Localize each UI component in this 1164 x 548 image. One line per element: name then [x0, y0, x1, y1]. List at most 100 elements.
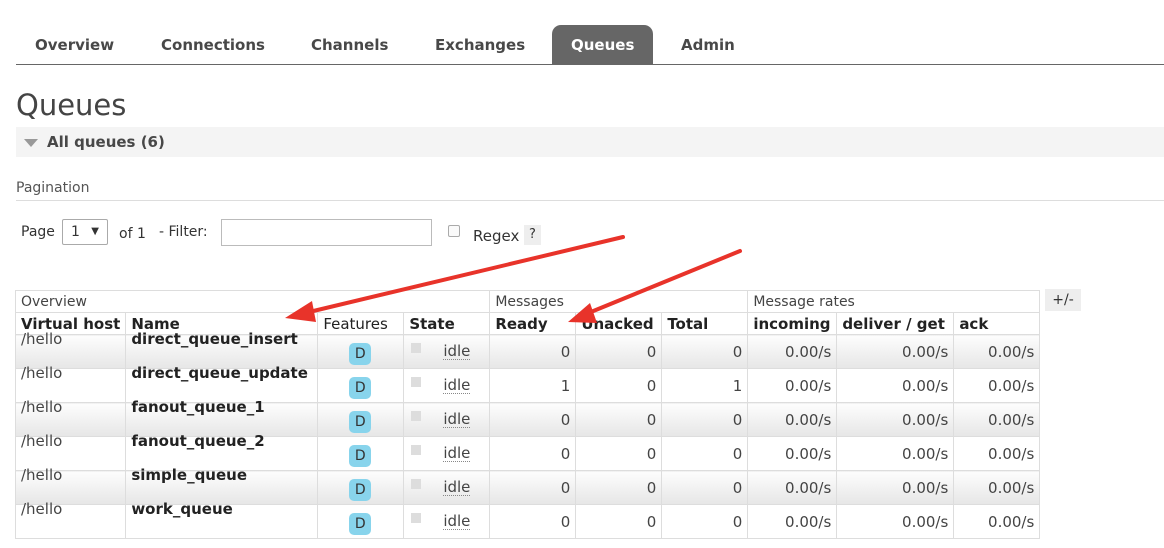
group-header-overview: Overview [14, 290, 491, 313]
ack-rate-cell: 0.00/s [953, 470, 1041, 505]
features-cell: D [317, 402, 405, 437]
features-cell: D [317, 334, 405, 369]
deliver-rate-cell: 0.00/s [836, 368, 955, 403]
state-indicator-icon [411, 513, 422, 523]
ack-rate-cell: 0.00/s [953, 334, 1041, 369]
state-cell: idle [403, 436, 491, 471]
ready-cell: 1 [489, 368, 577, 403]
page-select-value: 1 [71, 224, 80, 240]
filter-label: - Filter: [159, 224, 208, 240]
column-header-ready[interactable]: Ready [489, 312, 577, 335]
tab-connections[interactable]: Connections [142, 25, 284, 64]
ack-rate-cell: 0.00/s [953, 504, 1041, 539]
column-header-features[interactable]: Features [317, 312, 405, 335]
main-nav-tabs: Overview Connections Channels Exchanges … [16, 25, 1164, 65]
tab-channels[interactable]: Channels [292, 25, 407, 64]
state-label: idle [443, 376, 471, 394]
ready-cell: 0 [489, 436, 577, 471]
unacked-cell: 0 [575, 334, 663, 369]
tab-queues[interactable]: Queues [552, 25, 654, 64]
durable-badge: D [349, 512, 372, 535]
state-indicator-icon [411, 445, 422, 455]
deliver-rate-cell: 0.00/s [836, 504, 955, 539]
ack-rate-cell: 0.00/s [953, 368, 1041, 403]
column-header-deliver-get[interactable]: deliver / get [836, 312, 955, 335]
collapse-triangle-icon [24, 139, 38, 147]
regex-checkbox[interactable] [448, 225, 460, 237]
durable-badge: D [349, 376, 372, 399]
state-cell: idle [403, 334, 491, 369]
table-row: /hello work_queue D idle 0 0 0 0.00/s 0.… [14, 500, 1041, 539]
pagination-heading: Pagination [16, 180, 90, 196]
state-label: idle [443, 410, 471, 428]
unacked-cell: 0 [575, 436, 663, 471]
unacked-cell: 0 [575, 402, 663, 437]
all-queues-section-toggle[interactable]: All queues (6) [16, 127, 1164, 157]
tab-overview[interactable]: Overview [16, 25, 133, 64]
ready-cell: 0 [489, 470, 577, 505]
state-indicator-icon [411, 411, 422, 421]
column-toggle-button[interactable]: +/- [1045, 289, 1081, 311]
total-cell: 0 [661, 402, 749, 437]
group-header-messages: Messages [489, 290, 749, 313]
state-cell: idle [403, 368, 491, 403]
state-cell: idle [403, 504, 491, 539]
state-label: idle [443, 444, 471, 462]
features-cell: D [317, 436, 405, 471]
regex-help-button[interactable]: ? [524, 225, 541, 245]
dropdown-caret-icon: ▼ [91, 226, 99, 237]
ack-rate-cell: 0.00/s [953, 402, 1041, 437]
state-indicator-icon [411, 343, 422, 353]
column-header-total[interactable]: Total [661, 312, 749, 335]
queues-table: Overview Messages Message rates Virtual … [14, 290, 1041, 539]
incoming-rate-cell: 0.00/s [747, 402, 838, 437]
incoming-rate-cell: 0.00/s [747, 334, 838, 369]
features-cell: D [317, 368, 405, 403]
page-select[interactable]: 1 ▼ [62, 219, 108, 245]
features-cell: D [317, 470, 405, 505]
group-header-message-rates: Message rates [747, 290, 1041, 313]
tab-admin[interactable]: Admin [662, 25, 754, 64]
durable-badge: D [349, 410, 372, 433]
unacked-cell: 0 [575, 368, 663, 403]
column-header-unacked[interactable]: Unacked [575, 312, 663, 335]
vhost-cell: /hello [14, 500, 127, 539]
filter-input[interactable] [221, 219, 432, 246]
deliver-rate-cell: 0.00/s [836, 334, 955, 369]
column-header-incoming[interactable]: incoming [747, 312, 838, 335]
unacked-cell: 0 [575, 470, 663, 505]
deliver-rate-cell: 0.00/s [836, 470, 955, 505]
ack-rate-cell: 0.00/s [953, 436, 1041, 471]
durable-badge: D [349, 444, 372, 467]
state-indicator-icon [411, 377, 422, 387]
state-label: idle [443, 512, 471, 530]
column-header-state[interactable]: State [403, 312, 491, 335]
column-header-ack[interactable]: ack [953, 312, 1041, 335]
state-label: idle [443, 342, 471, 360]
deliver-rate-cell: 0.00/s [836, 402, 955, 437]
regex-label: Regex [473, 227, 520, 245]
page-label: Page [21, 224, 55, 240]
state-indicator-icon [411, 479, 422, 489]
unacked-cell: 0 [575, 504, 663, 539]
durable-badge: D [349, 342, 372, 365]
page-title: Queues [16, 88, 127, 122]
total-cell: 0 [661, 504, 749, 539]
state-cell: idle [403, 402, 491, 437]
ready-cell: 0 [489, 402, 577, 437]
deliver-rate-cell: 0.00/s [836, 436, 955, 471]
ready-cell: 0 [489, 504, 577, 539]
incoming-rate-cell: 0.00/s [747, 470, 838, 505]
section-label: All queues (6) [47, 133, 165, 151]
state-cell: idle [403, 470, 491, 505]
divider [16, 200, 1164, 201]
state-label: idle [443, 478, 471, 496]
queue-name-link[interactable]: work_queue [125, 500, 319, 539]
ready-cell: 0 [489, 334, 577, 369]
total-cell: 1 [661, 368, 749, 403]
durable-badge: D [349, 478, 372, 501]
tab-exchanges[interactable]: Exchanges [416, 25, 544, 64]
total-cell: 0 [661, 334, 749, 369]
page-count-label: of 1 [119, 226, 146, 242]
incoming-rate-cell: 0.00/s [747, 436, 838, 471]
